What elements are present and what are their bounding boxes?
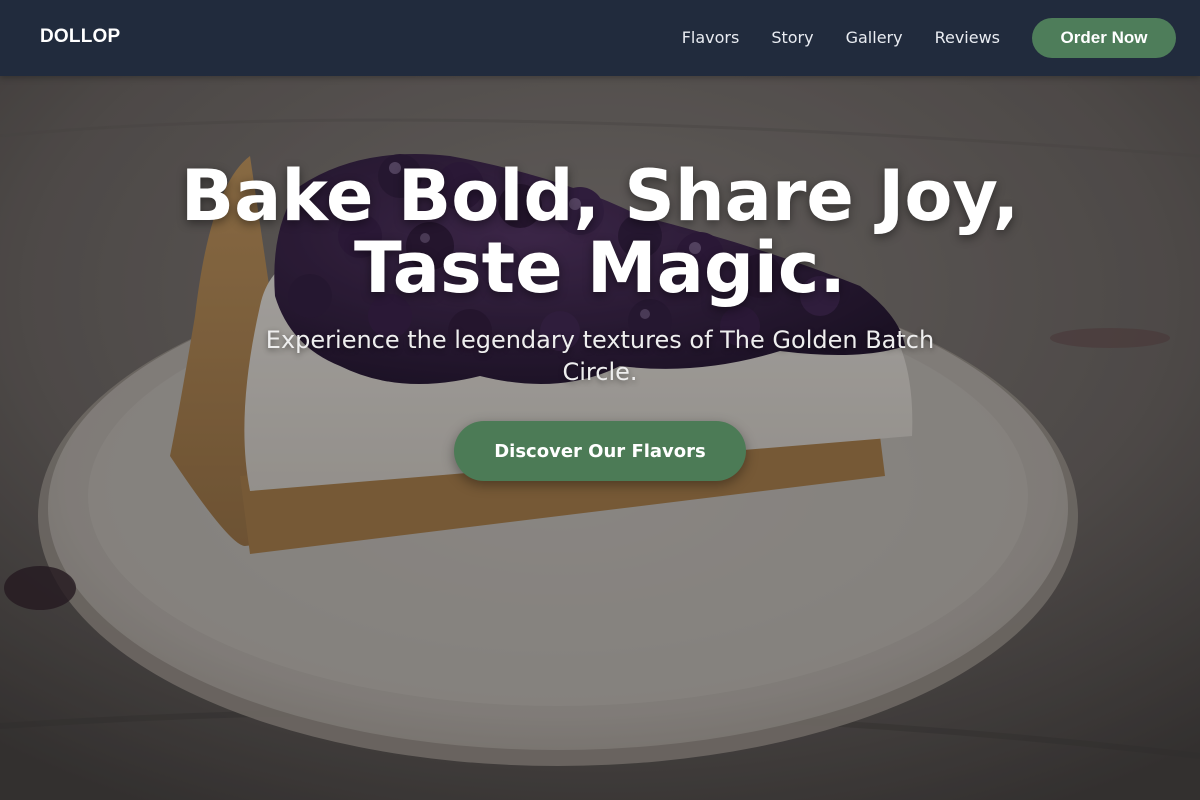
nav-link-gallery[interactable]: Gallery <box>846 18 903 58</box>
nav-link-flavors[interactable]: Flavors <box>682 18 740 58</box>
order-now-button[interactable]: Order Now <box>1032 18 1176 58</box>
nav-link-story[interactable]: Story <box>771 18 813 58</box>
top-navbar: DOLLOP Flavors Story Gallery Reviews Ord… <box>0 0 1200 76</box>
hero-title-line-1: Bake Bold, Share Joy, <box>180 155 1020 237</box>
hero-content: Bake Bold, Share Joy, Taste Magic. Exper… <box>0 160 1200 481</box>
hero-title-line-2: Taste Magic. <box>353 227 847 309</box>
nav-link-reviews[interactable]: Reviews <box>935 18 1000 58</box>
landing-page: DOLLOP Flavors Story Gallery Reviews Ord… <box>0 0 1200 800</box>
nav-links: Flavors Story Gallery Reviews Order Now <box>682 18 1176 58</box>
hero-subtitle: Experience the legendary textures of The… <box>265 326 935 386</box>
brand-logo[interactable]: DOLLOP <box>40 26 120 48</box>
discover-flavors-button[interactable]: Discover Our Flavors <box>454 421 746 481</box>
hero-title: Bake Bold, Share Joy, Taste Magic. <box>120 160 1080 304</box>
